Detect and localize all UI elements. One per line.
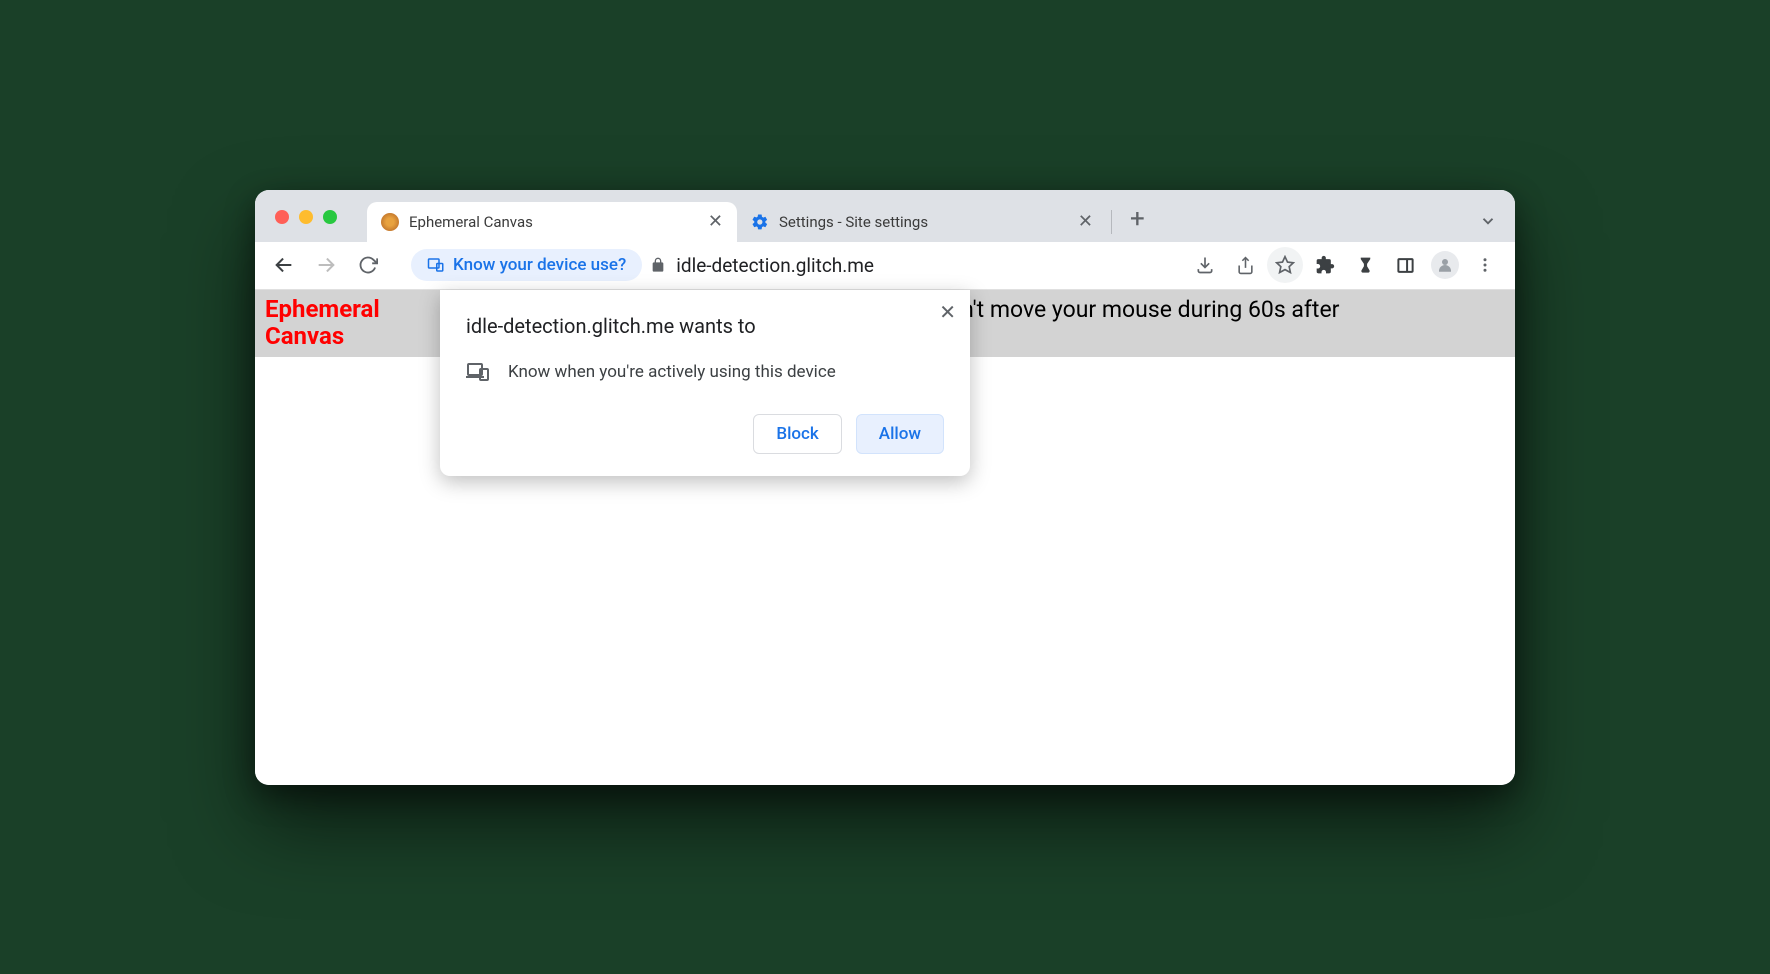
reload-button[interactable] bbox=[351, 248, 385, 282]
permission-row: Know when you're actively using this dev… bbox=[466, 360, 944, 384]
page-instruction: (Don't move your mouse during 60s after bbox=[925, 296, 1339, 323]
url-text: idle-detection.glitch.me bbox=[676, 254, 874, 277]
share-icon[interactable] bbox=[1227, 247, 1263, 283]
tab-bar: Ephemeral Canvas ✕ Settings - Site setti… bbox=[255, 190, 1515, 242]
toolbar-actions bbox=[1187, 247, 1503, 283]
block-button[interactable]: Block bbox=[753, 414, 841, 454]
menu-button[interactable] bbox=[1467, 247, 1503, 283]
lock-icon bbox=[650, 257, 666, 273]
permission-actions: Block Allow bbox=[466, 414, 944, 454]
chip-label: Know your device use? bbox=[453, 255, 626, 275]
permission-origin: idle-detection.glitch.me wants to bbox=[466, 314, 944, 338]
labs-icon[interactable] bbox=[1347, 247, 1383, 283]
close-tab-icon[interactable]: ✕ bbox=[708, 211, 723, 232]
allow-button[interactable]: Allow bbox=[856, 414, 944, 454]
tab-title: Ephemeral Canvas bbox=[409, 213, 533, 231]
sidepanel-icon[interactable] bbox=[1387, 247, 1423, 283]
page-content: Ephemeral Canvas (Don't move your mouse … bbox=[255, 290, 1515, 785]
maximize-window-button[interactable] bbox=[323, 210, 337, 224]
permission-chip[interactable]: Know your device use? bbox=[411, 249, 642, 281]
gear-icon bbox=[751, 213, 769, 231]
favicon-icon bbox=[381, 213, 399, 231]
forward-button[interactable] bbox=[309, 248, 343, 282]
close-tab-icon[interactable]: ✕ bbox=[1078, 211, 1093, 232]
close-icon[interactable]: ✕ bbox=[939, 300, 956, 324]
tab-separator bbox=[1111, 210, 1112, 234]
tab-dropdown-button[interactable] bbox=[1479, 212, 1497, 230]
address-bar[interactable]: idle-detection.glitch.me bbox=[650, 254, 1179, 277]
download-icon[interactable] bbox=[1187, 247, 1223, 283]
new-tab-button[interactable]: + bbox=[1130, 204, 1145, 234]
tab-ephemeral-canvas[interactable]: Ephemeral Canvas ✕ bbox=[367, 202, 737, 242]
bookmark-icon[interactable] bbox=[1267, 247, 1303, 283]
devices-icon bbox=[466, 360, 490, 384]
extensions-icon[interactable] bbox=[1307, 247, 1343, 283]
avatar-icon bbox=[1431, 251, 1459, 279]
close-window-button[interactable] bbox=[275, 210, 289, 224]
window-controls bbox=[275, 210, 337, 224]
browser-window: Ephemeral Canvas ✕ Settings - Site setti… bbox=[255, 190, 1515, 785]
minimize-window-button[interactable] bbox=[299, 210, 313, 224]
tab-settings[interactable]: Settings - Site settings ✕ bbox=[737, 202, 1107, 242]
back-button[interactable] bbox=[267, 248, 301, 282]
page-title: Ephemeral Canvas bbox=[265, 296, 415, 351]
tab-title: Settings - Site settings bbox=[779, 213, 928, 231]
permission-popup: ✕ idle-detection.glitch.me wants to Know… bbox=[440, 290, 970, 476]
toolbar: Know your device use? idle-detection.gli… bbox=[255, 242, 1515, 290]
profile-button[interactable] bbox=[1427, 247, 1463, 283]
permission-text: Know when you're actively using this dev… bbox=[508, 362, 836, 382]
